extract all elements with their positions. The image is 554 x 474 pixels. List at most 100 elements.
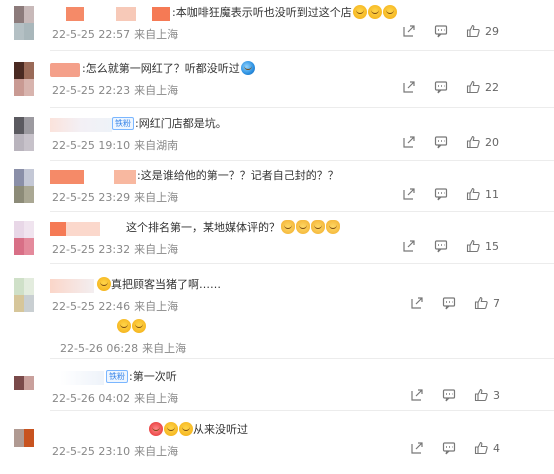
divider bbox=[50, 263, 554, 264]
avatar[interactable] bbox=[14, 423, 34, 457]
thumbs-up-icon[interactable] bbox=[474, 441, 488, 455]
comment-icon[interactable] bbox=[434, 239, 448, 253]
avatar[interactable] bbox=[14, 278, 34, 312]
like-count: 29 bbox=[485, 25, 499, 38]
comment-icon[interactable] bbox=[434, 24, 448, 38]
like-count: 7 bbox=[493, 297, 500, 310]
location: 来自上海 bbox=[142, 342, 187, 355]
username-redaction[interactable] bbox=[50, 63, 80, 77]
smug-emoji-icon bbox=[179, 422, 193, 436]
comment-icon[interactable] bbox=[434, 135, 448, 149]
like-count: 15 bbox=[485, 240, 499, 253]
thumbs-up-icon[interactable] bbox=[474, 296, 488, 310]
timestamp: 22-5-25 22:46 bbox=[52, 300, 131, 313]
thumbs-up-icon[interactable] bbox=[466, 187, 480, 201]
comment-text: :怎么就第一网红了？听都没听过 bbox=[82, 61, 255, 77]
smug-emoji-icon bbox=[97, 277, 111, 291]
username-redaction[interactable] bbox=[50, 118, 112, 132]
comment-text: 从来没听过 bbox=[148, 422, 248, 438]
username-redaction[interactable] bbox=[50, 222, 124, 236]
thumbs-up-icon[interactable] bbox=[474, 388, 488, 402]
divider bbox=[50, 410, 554, 411]
comment-text: 真把顾客当猪了啊…… bbox=[96, 277, 221, 293]
avatar[interactable] bbox=[14, 370, 34, 404]
comment-item: 从来没听过 22-5-25 23:10 来自上海 4 bbox=[0, 421, 554, 473]
comment-actions: 29 bbox=[390, 24, 540, 40]
cat-emoji-icon bbox=[296, 220, 310, 234]
cat-emoji-icon bbox=[281, 220, 295, 234]
avatar[interactable] bbox=[14, 169, 34, 203]
comment-meta: 22-5-25 19:10 来自湖南 bbox=[52, 137, 178, 153]
like-count: 3 bbox=[493, 389, 500, 402]
comment-meta: 22-5-26 06:28 来自上海 bbox=[60, 340, 186, 356]
comment-actions: 22 bbox=[390, 80, 540, 96]
comment-text: 铁粉:网红门店都是坑。 bbox=[112, 116, 227, 132]
avatar[interactable] bbox=[14, 117, 34, 151]
avatar[interactable] bbox=[14, 6, 34, 40]
cat-emoji-icon bbox=[311, 220, 325, 234]
thumbs-up-icon[interactable] bbox=[466, 24, 480, 38]
timestamp: 22-5-26 06:28 bbox=[60, 342, 139, 355]
divider bbox=[50, 107, 554, 108]
username-redaction[interactable] bbox=[50, 279, 94, 293]
comment-meta: 22-5-25 22:57 来自上海 bbox=[52, 26, 178, 42]
timestamp: 22-5-25 23:32 bbox=[52, 243, 131, 256]
username-redaction[interactable] bbox=[50, 170, 136, 184]
location: 来自上海 bbox=[134, 191, 179, 204]
smug-emoji-icon bbox=[132, 319, 146, 333]
comment-item: 22-5-26 06:28 来自上海 bbox=[0, 318, 554, 370]
share-icon[interactable] bbox=[402, 24, 416, 38]
comment-actions: 11 bbox=[390, 187, 540, 203]
location: 来自湖南 bbox=[134, 139, 179, 152]
comment-meta: 22-5-25 23:29 来自上海 bbox=[52, 189, 178, 205]
comment-actions: 20 bbox=[390, 135, 540, 151]
fan-badge: 铁粉 bbox=[112, 117, 134, 130]
username-redaction[interactable] bbox=[66, 7, 170, 21]
avatar[interactable] bbox=[14, 62, 34, 96]
divider bbox=[50, 50, 554, 51]
timestamp: 22-5-26 04:02 bbox=[52, 392, 131, 405]
timestamp: 22-5-25 22:57 bbox=[52, 28, 131, 41]
comment-meta: 22-5-25 22:46 来自上海 bbox=[52, 298, 178, 314]
comment-icon[interactable] bbox=[442, 441, 456, 455]
avatar[interactable] bbox=[14, 221, 34, 255]
share-icon[interactable] bbox=[402, 135, 416, 149]
comment-text: 铁粉:第一次听 bbox=[106, 369, 177, 385]
fan-badge: 铁粉 bbox=[106, 370, 128, 383]
location: 来自上海 bbox=[134, 243, 179, 256]
thumbs-up-icon[interactable] bbox=[466, 135, 480, 149]
comment-icon[interactable] bbox=[434, 187, 448, 201]
smug-emoji-icon bbox=[117, 319, 131, 333]
timestamp: 22-5-25 19:10 bbox=[52, 139, 131, 152]
smug-emoji-icon bbox=[367, 5, 382, 19]
share-icon[interactable] bbox=[402, 187, 416, 201]
comment-text bbox=[116, 319, 146, 335]
comment-icon[interactable] bbox=[434, 80, 448, 94]
username-redaction[interactable] bbox=[60, 371, 104, 385]
comment-icon[interactable] bbox=[442, 296, 456, 310]
comment-text: :本咖啡狂魔表示听也没听到过这个店 bbox=[172, 5, 397, 21]
comment-item: :怎么就第一网红了？听都没听过 22-5-25 22:23 来自上海 22 bbox=[0, 60, 554, 112]
comment-item: 铁粉:第一次听 22-5-26 04:02 来自上海 3 bbox=[0, 368, 554, 420]
comment-actions: 3 bbox=[398, 388, 548, 404]
location: 来自上海 bbox=[134, 445, 179, 458]
share-icon[interactable] bbox=[410, 388, 424, 402]
comment-text: :这是谁给他的第一？？记者自己封的？？ bbox=[137, 169, 339, 182]
smug-emoji-icon bbox=[382, 5, 397, 19]
share-icon[interactable] bbox=[410, 296, 424, 310]
comment-meta: 22-5-26 04:02 来自上海 bbox=[52, 390, 178, 406]
comment-meta: 22-5-25 23:10 来自上海 bbox=[52, 443, 178, 459]
thumbs-up-icon[interactable] bbox=[466, 80, 480, 94]
location: 来自上海 bbox=[134, 84, 179, 97]
share-icon[interactable] bbox=[410, 441, 424, 455]
comment-actions: 7 bbox=[398, 296, 548, 312]
face-emoji-icon bbox=[240, 61, 255, 75]
comment-actions: 4 bbox=[398, 441, 548, 457]
timestamp: 22-5-25 23:10 bbox=[52, 445, 131, 458]
share-icon[interactable] bbox=[402, 80, 416, 94]
thumbs-up-icon[interactable] bbox=[466, 239, 480, 253]
location: 来自上海 bbox=[134, 392, 179, 405]
share-icon[interactable] bbox=[402, 239, 416, 253]
comment-icon[interactable] bbox=[442, 388, 456, 402]
timestamp: 22-5-25 22:23 bbox=[52, 84, 131, 97]
